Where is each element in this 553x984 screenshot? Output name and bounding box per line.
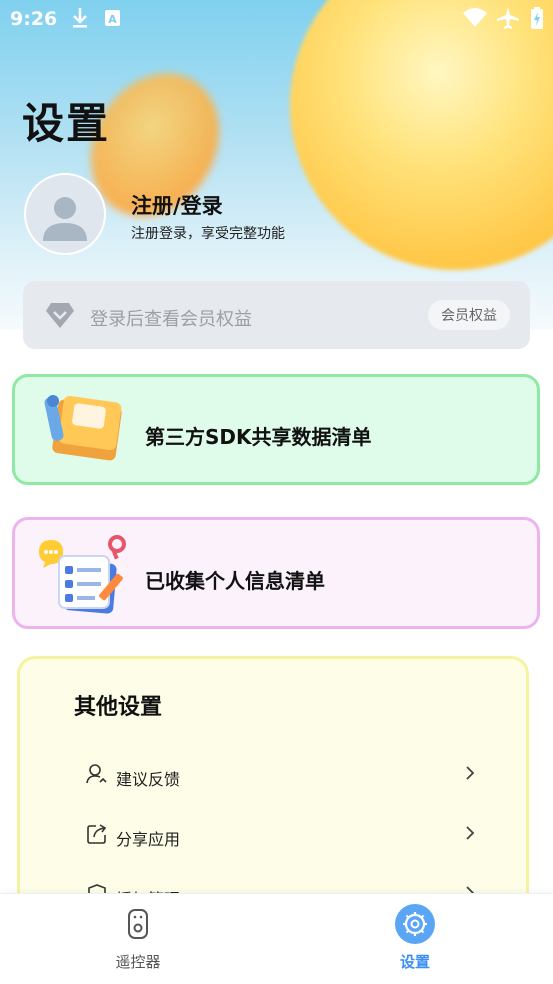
chevron-right-icon: [464, 764, 476, 786]
share-icon: [86, 823, 108, 849]
settings-row-feedback[interactable]: 建议反馈: [86, 760, 476, 790]
sun-decoration: [290, 0, 553, 270]
sdk-data-list-label: 第三方SDK共享数据清单: [145, 425, 372, 449]
wifi-icon: [462, 6, 488, 35]
settings-row-share[interactable]: 分享应用: [86, 820, 476, 850]
tab-remote[interactable]: 遥控器: [68, 894, 208, 984]
page-title: 设置: [22, 99, 111, 148]
settings-row-label: 建议反馈: [116, 770, 181, 789]
membership-benefits-button[interactable]: 会员权益: [428, 300, 510, 330]
other-settings-panel: 其他设置 建议反馈 分享应用 授权管理: [17, 656, 529, 916]
folder-tools-illustration: [43, 393, 123, 467]
person-feedback-icon: [86, 763, 108, 789]
user-placeholder-icon: [43, 197, 87, 241]
a-badge-icon: A: [103, 6, 123, 35]
status-time: 9:26: [10, 8, 58, 30]
other-settings-title: 其他设置: [74, 695, 163, 720]
checklist-illustration: [35, 532, 135, 622]
tab-settings[interactable]: 设置: [345, 894, 485, 984]
diamond-icon: [45, 301, 75, 333]
login-subtitle: 注册登录，享受完整功能: [131, 226, 285, 242]
personal-info-list-label: 已收集个人信息清单: [145, 569, 325, 593]
tab-label: 遥控器: [115, 953, 161, 971]
svg-text:A: A: [108, 13, 117, 26]
gear-icon: [395, 904, 435, 944]
airplane-icon: [496, 6, 520, 35]
settings-row-label: 分享应用: [116, 830, 181, 849]
personal-info-list-card[interactable]: 已收集个人信息清单: [12, 517, 540, 629]
chevron-right-icon: [464, 824, 476, 846]
tab-label: 设置: [399, 953, 430, 971]
membership-prompt: 登录后查看会员权益: [90, 309, 252, 330]
avatar[interactable]: [24, 173, 106, 255]
bottom-tab-bar: 遥控器 设置: [0, 893, 553, 984]
remote-icon: [118, 904, 158, 944]
battery-icon: [529, 6, 545, 35]
download-icon: [70, 6, 90, 35]
membership-bar[interactable]: 登录后查看会员权益 会员权益: [23, 281, 530, 349]
login-link[interactable]: 注册/登录: [131, 190, 223, 220]
sdk-data-list-card[interactable]: 第三方SDK共享数据清单: [12, 374, 540, 485]
status-bar: 9:26 A: [0, 0, 553, 36]
